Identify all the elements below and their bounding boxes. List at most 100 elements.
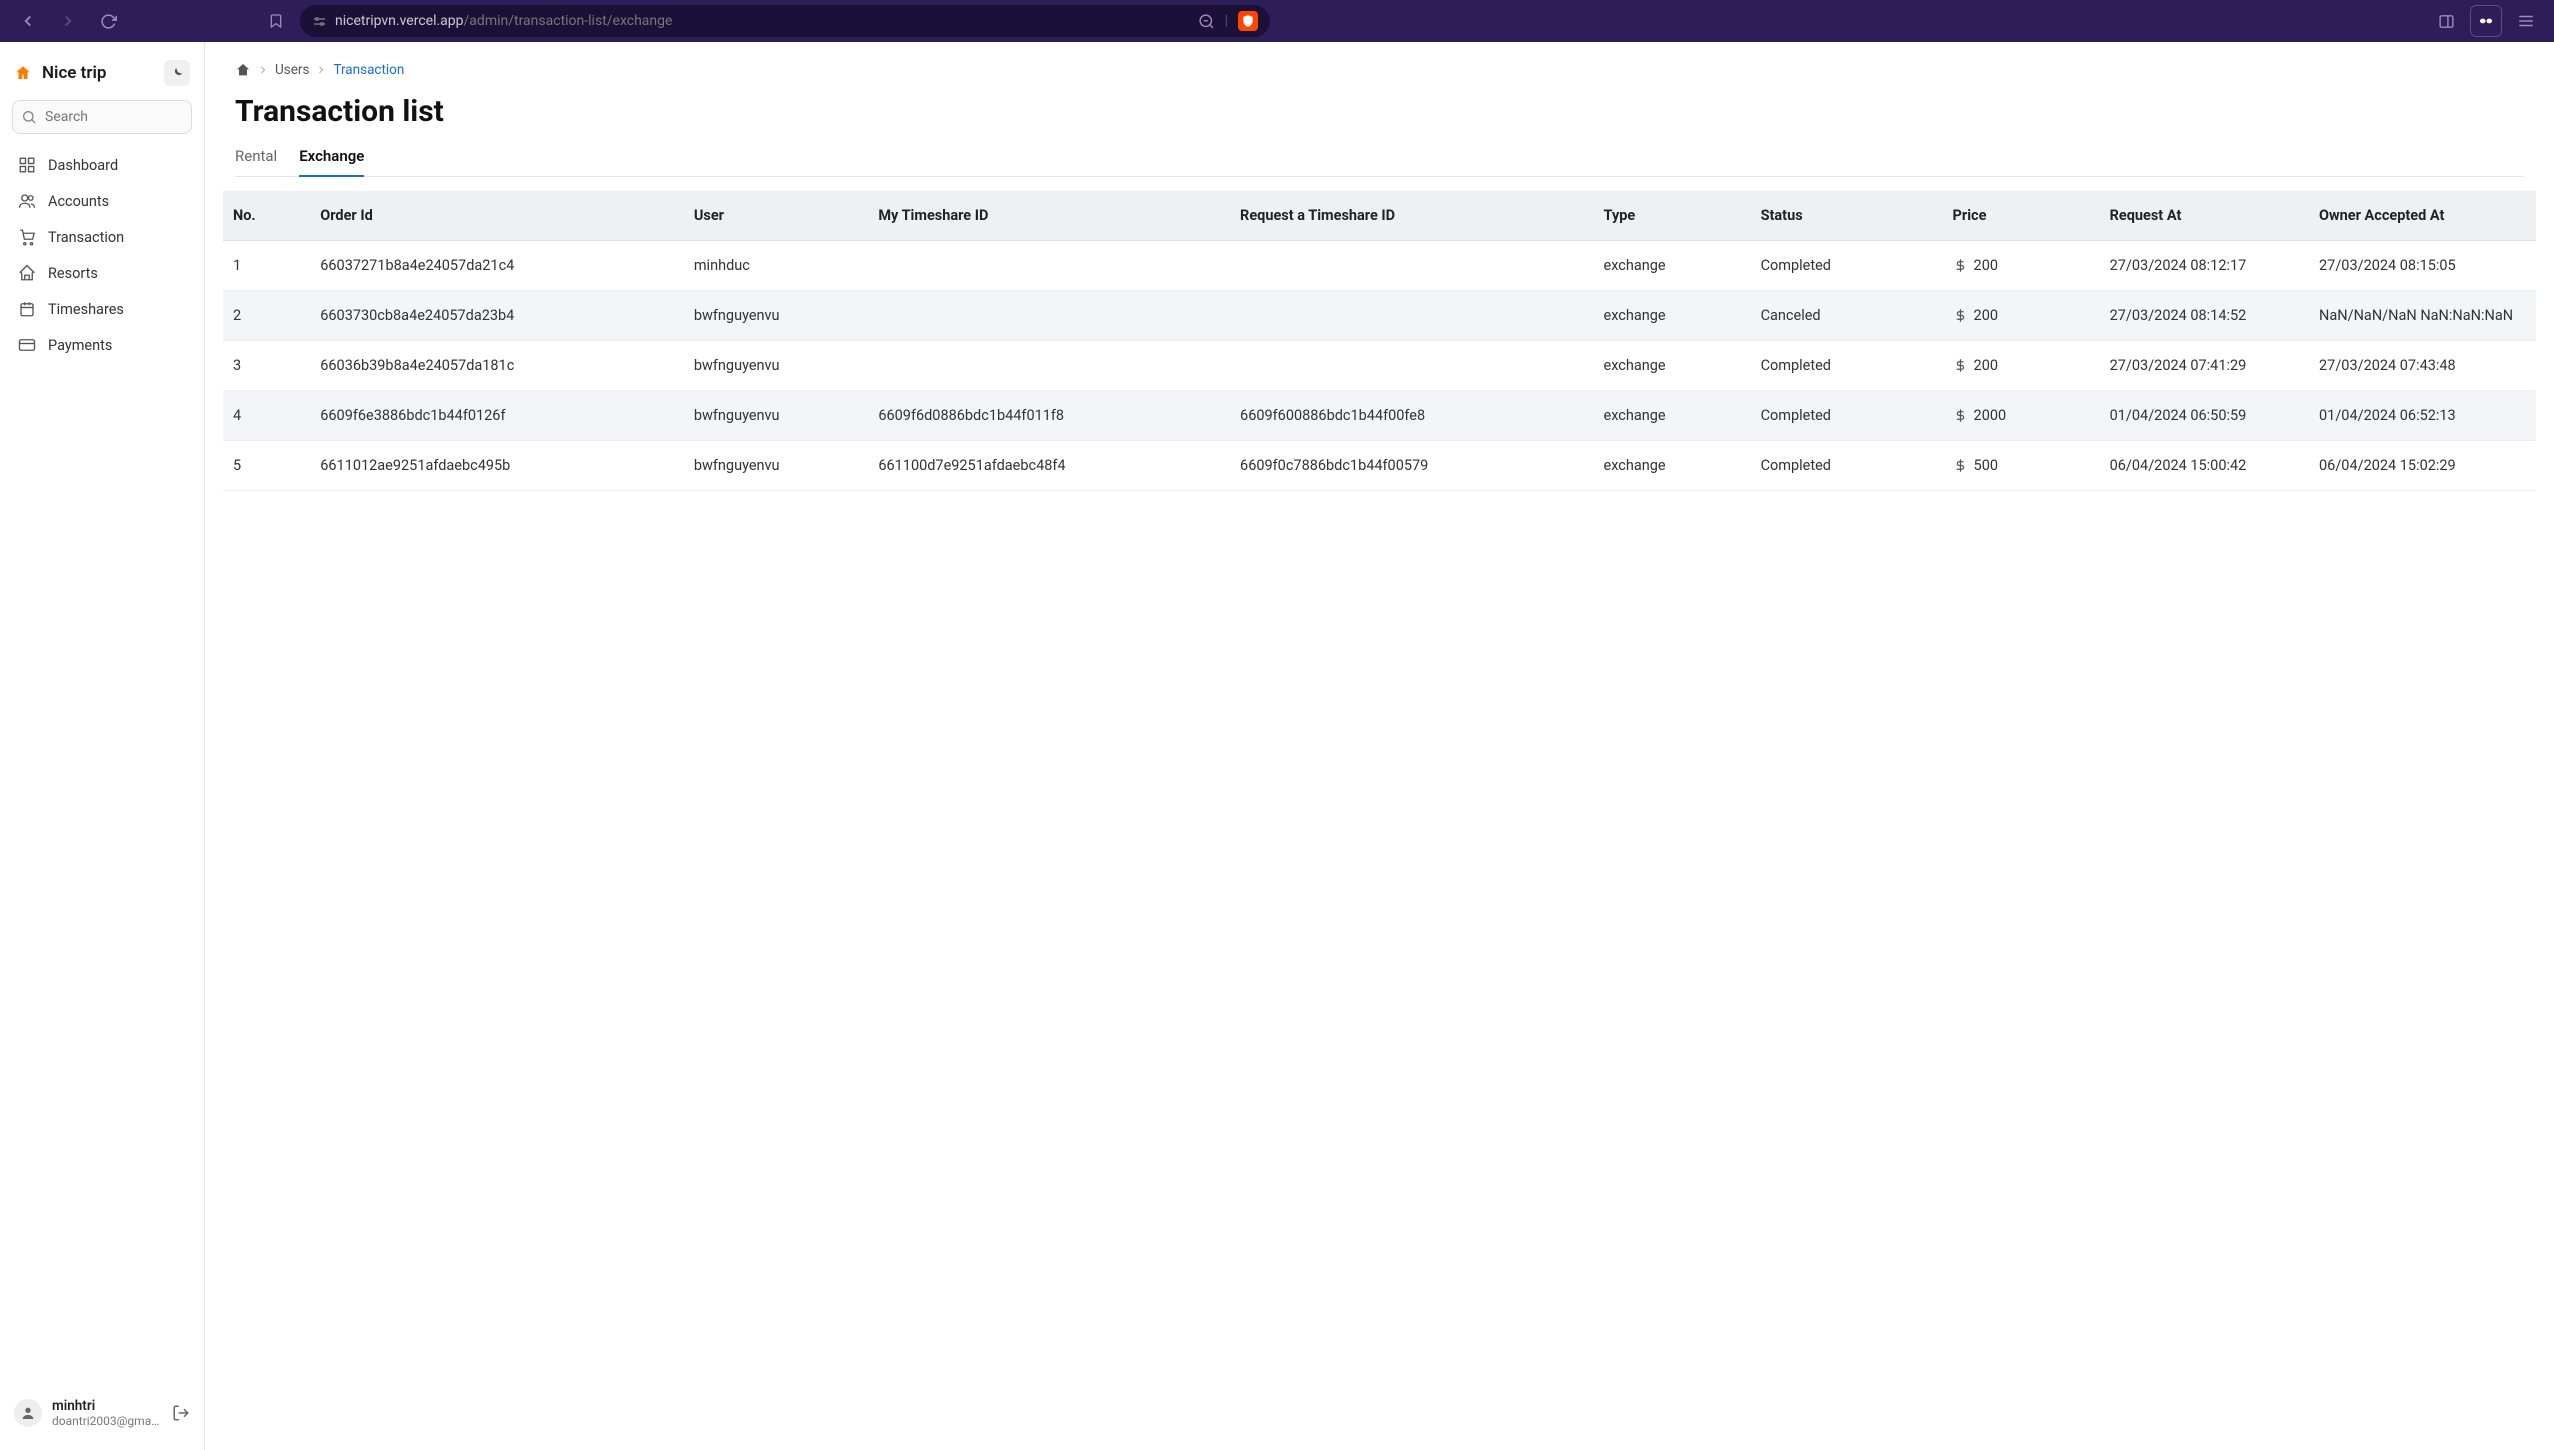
th-order-id: Order Id (310, 191, 684, 241)
breadcrumb-current[interactable]: Transaction (333, 62, 404, 78)
cell-status: Canceled (1751, 291, 1943, 341)
avatar[interactable] (14, 1399, 42, 1427)
table-row[interactable]: 46609f6e3886bdc1b44f0126fbwfnguyenvu6609… (223, 391, 2536, 441)
nav-label: Timeshares (48, 301, 124, 318)
tabs: Rental Exchange (235, 147, 2524, 177)
person-icon (20, 1405, 36, 1421)
cell-order-id: 66037271b8a4e24057da21c4 (310, 241, 684, 291)
sidebar-item-timeshares[interactable]: Timeshares (12, 292, 192, 326)
cell-user: minhduc (684, 241, 869, 291)
brave-shield-icon[interactable] (1238, 11, 1258, 31)
reload-button[interactable] (92, 5, 124, 37)
dollar-icon (1953, 308, 1968, 323)
dollar-icon (1953, 458, 1968, 473)
cell-status: Completed (1751, 341, 1943, 391)
sidebar-item-accounts[interactable]: Accounts (12, 184, 192, 218)
th-user: User (684, 191, 869, 241)
page-title: Transaction list (235, 94, 2524, 129)
breadcrumb-home-icon[interactable] (235, 62, 251, 78)
browser-chrome: nicetripvn.vercel.app/admin/transaction-… (0, 0, 2554, 42)
user-name: minhtri (52, 1398, 162, 1414)
sidebar-item-transaction[interactable]: Transaction (12, 220, 192, 254)
url-bar[interactable]: nicetripvn.vercel.app/admin/transaction-… (300, 5, 1270, 37)
users-icon (18, 192, 36, 210)
cell-user: bwfnguyenvu (684, 441, 869, 491)
search-icon (21, 109, 37, 125)
url-text: nicetripvn.vercel.app/admin/transaction-… (335, 13, 672, 29)
user-info: minhtri doantri2003@gmail.con (52, 1398, 162, 1428)
cell-req-timeshare (1230, 291, 1593, 341)
th-request-at: Request At (2100, 191, 2309, 241)
brand[interactable]: Nice trip (12, 56, 192, 100)
cell-order-id: 6609f6e3886bdc1b44f0126f (310, 391, 684, 441)
breadcrumb: Users Transaction (235, 62, 2524, 78)
nav-label: Accounts (48, 193, 109, 210)
cell-req-timeshare: 6609f0c7886bdc1b44f00579 (1230, 441, 1593, 491)
grid-icon (18, 156, 36, 174)
nav: Dashboard Accounts Transaction Resorts Times… (12, 148, 192, 362)
cell-price: 200 (1943, 341, 2100, 391)
th-status: Status (1751, 191, 1943, 241)
cell-owner-accepted-at: 27/03/2024 07:43:48 (2309, 341, 2536, 391)
bookmark-button[interactable] (260, 5, 292, 37)
resort-icon (18, 264, 36, 282)
cell-user: bwfnguyenvu (684, 341, 869, 391)
cell-price: 500 (1943, 441, 2100, 491)
user-email: doantri2003@gmail.con (52, 1414, 162, 1428)
cell-order-id: 6603730cb8a4e24057da23b4 (310, 291, 684, 341)
search-wrap (12, 100, 192, 134)
dollar-icon (1953, 358, 1968, 373)
cell-owner-accepted-at: NaN/NaN/NaN NaN:NaN:NaN (2309, 291, 2536, 341)
theme-toggle[interactable] (164, 60, 190, 86)
th-price: Price (1943, 191, 2100, 241)
cell-req-timeshare (1230, 341, 1593, 391)
main-content: Users Transaction Transaction list Renta… (205, 42, 2554, 1450)
cell-user: bwfnguyenvu (684, 291, 869, 341)
tune-icon (312, 14, 327, 29)
cell-my-timeshare: 6609f6d0886bdc1b44f011f8 (868, 391, 1230, 441)
cell-request-at: 01/04/2024 06:50:59 (2100, 391, 2309, 441)
tab-rental[interactable]: Rental (235, 147, 277, 177)
nav-label: Transaction (48, 229, 124, 246)
search-input[interactable] (12, 100, 192, 134)
th-owner-accepted-at: Owner Accepted At (2309, 191, 2536, 241)
dollar-icon (1953, 258, 1968, 273)
cell-req-timeshare (1230, 241, 1593, 291)
table-row[interactable]: 56611012ae9251afdaebc495bbwfnguyenvu6611… (223, 441, 2536, 491)
zoom-out-icon[interactable] (1198, 13, 1215, 30)
sidebar-footer: minhtri doantri2003@gmail.con (12, 1390, 192, 1436)
hamburger-menu-icon[interactable] (2510, 5, 2542, 37)
breadcrumb-users[interactable]: Users (275, 62, 309, 78)
cell-my-timeshare (868, 291, 1230, 341)
sidebar-item-dashboard[interactable]: Dashboard (12, 148, 192, 182)
table-row[interactable]: 26603730cb8a4e24057da23b4bwfnguyenvuexch… (223, 291, 2536, 341)
home-icon (14, 64, 32, 82)
cell-type: exchange (1594, 441, 1751, 491)
chevron-right-icon (315, 64, 327, 76)
logout-icon[interactable] (172, 1404, 190, 1422)
cell-order-id: 66036b39b8a4e24057da181c (310, 341, 684, 391)
cell-my-timeshare (868, 341, 1230, 391)
cell-status: Completed (1751, 241, 1943, 291)
th-my-timeshare: My Timeshare ID (868, 191, 1230, 241)
cell-status: Completed (1751, 441, 1943, 491)
table-row[interactable]: 166037271b8a4e24057da21c4minhducexchange… (223, 241, 2536, 291)
reader-mode-icon[interactable] (2470, 5, 2502, 37)
sidebar: Nice trip Dashboard Accounts Transaction Re… (0, 42, 205, 1450)
transaction-table: No. Order Id User My Timeshare ID Reques… (223, 191, 2536, 491)
nav-label: Payments (48, 337, 112, 354)
nav-label: Dashboard (48, 157, 118, 174)
table-row[interactable]: 366036b39b8a4e24057da181cbwfnguyenvuexch… (223, 341, 2536, 391)
cell-status: Completed (1751, 391, 1943, 441)
chevron-right-icon (257, 64, 269, 76)
cell-price: 200 (1943, 291, 2100, 341)
sidebar-item-resorts[interactable]: Resorts (12, 256, 192, 290)
cell-no: 4 (223, 391, 310, 441)
tab-exchange[interactable]: Exchange (299, 147, 364, 177)
forward-button[interactable] (52, 5, 84, 37)
back-button[interactable] (12, 5, 44, 37)
cell-owner-accepted-at: 01/04/2024 06:52:13 (2309, 391, 2536, 441)
sidebar-toggle-icon[interactable] (2430, 5, 2462, 37)
cell-request-at: 27/03/2024 08:14:52 (2100, 291, 2309, 341)
sidebar-item-payments[interactable]: Payments (12, 328, 192, 362)
